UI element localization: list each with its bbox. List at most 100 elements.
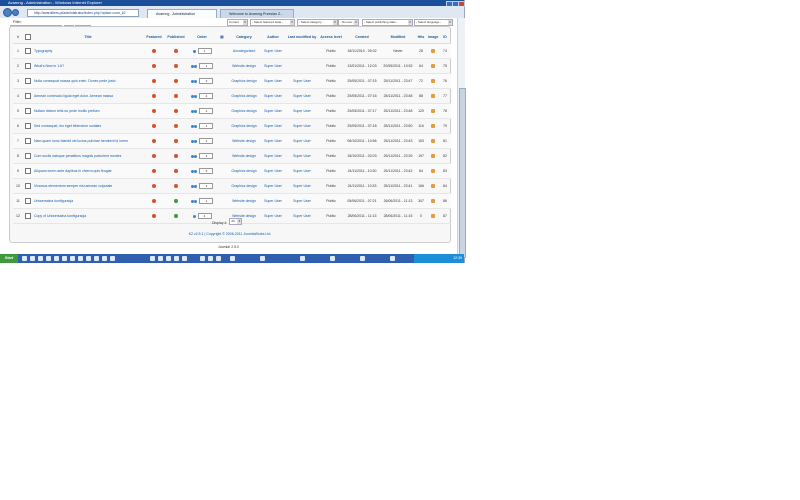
featured-toggle-icon[interactable] xyxy=(152,64,156,69)
url-input[interactable]: http://avarolliers.pl/administrator/inde… xyxy=(27,9,139,17)
category-filter-select[interactable]: - Select category - xyxy=(297,19,338,26)
featured-toggle-icon[interactable] xyxy=(152,169,156,174)
author-link[interactable]: Super User xyxy=(264,214,282,218)
featured-toggle-icon[interactable] xyxy=(152,184,156,189)
author-link[interactable]: Super User xyxy=(264,184,282,188)
row-checkbox[interactable] xyxy=(23,163,33,179)
taskbar-app-icon[interactable] xyxy=(70,256,75,261)
order-up-icon[interactable] xyxy=(190,124,194,128)
modified-by-link[interactable]: Super User xyxy=(293,139,311,143)
col-author[interactable]: Author xyxy=(261,30,285,44)
col-hits[interactable]: Hits xyxy=(415,30,427,44)
vertical-scrollbar[interactable] xyxy=(457,18,466,258)
order-up-icon[interactable] xyxy=(190,199,194,203)
order-up-icon[interactable] xyxy=(192,214,196,218)
modified-by-link[interactable]: Super User xyxy=(293,199,311,203)
author-link[interactable]: Super User xyxy=(264,199,282,203)
row-checkbox[interactable] xyxy=(23,88,33,104)
order-down-icon[interactable] xyxy=(194,109,198,113)
row-checkbox[interactable] xyxy=(23,43,33,59)
modified-by-link[interactable]: Super User xyxy=(293,184,311,188)
featured-toggle-icon[interactable] xyxy=(152,79,156,84)
user-filter-select[interactable]: - No user - xyxy=(338,19,359,26)
published-toggle-icon[interactable] xyxy=(174,214,178,219)
author-link[interactable]: Super User xyxy=(264,94,282,98)
order-up-icon[interactable] xyxy=(190,79,194,83)
category-link[interactable]: Website design xyxy=(232,154,256,158)
item-title-link[interactable]: Copy of Uniwersalna konfiguracja xyxy=(34,214,86,218)
taskbar-app-icon[interactable] xyxy=(78,256,83,261)
image-icon[interactable] xyxy=(431,214,435,219)
order-up-icon[interactable] xyxy=(190,184,194,188)
taskbar-app-icon[interactable] xyxy=(300,256,305,261)
row-checkbox[interactable] xyxy=(23,118,33,134)
published-toggle-icon[interactable] xyxy=(174,184,178,189)
col-featured[interactable]: Featured xyxy=(143,30,165,44)
category-link[interactable]: Graphics design xyxy=(231,184,256,188)
featured-toggle-icon[interactable] xyxy=(152,124,156,129)
published-toggle-icon[interactable] xyxy=(174,49,178,54)
col-title[interactable]: Title xyxy=(33,30,143,44)
category-link[interactable]: Uncategorised xyxy=(233,49,256,53)
order-input[interactable]: 5 xyxy=(199,168,214,174)
taskbar-app-icon[interactable] xyxy=(62,256,67,261)
taskbar-app-icon[interactable] xyxy=(166,256,171,261)
order-down-icon[interactable] xyxy=(194,124,198,128)
order-up-icon[interactable] xyxy=(190,64,194,68)
order-down-icon[interactable] xyxy=(194,139,198,143)
taskbar-app-icon[interactable] xyxy=(182,256,187,261)
order-up-icon[interactable] xyxy=(190,169,194,173)
category-link[interactable]: Website design xyxy=(232,64,256,68)
taskbar-app-icon[interactable] xyxy=(38,256,43,261)
order-down-icon[interactable] xyxy=(194,154,198,158)
author-link[interactable]: Super User xyxy=(264,139,282,143)
order-input[interactable]: 3 xyxy=(199,183,214,189)
row-checkbox[interactable] xyxy=(23,178,33,194)
order-down-icon[interactable] xyxy=(194,94,198,98)
col-order[interactable]: Order xyxy=(187,30,217,44)
order-up-icon[interactable] xyxy=(190,139,194,143)
published-toggle-icon[interactable] xyxy=(174,109,178,114)
published-toggle-icon[interactable] xyxy=(174,139,178,144)
item-title-link[interactable]: What's New in 1.6? xyxy=(34,64,64,68)
image-icon[interactable] xyxy=(431,139,435,144)
featured-filter-select[interactable]: - Select featured state - xyxy=(250,19,295,26)
taskbar-app-icon[interactable] xyxy=(174,256,179,261)
item-title-link[interactable]: Sed consequat, leo eget bibendum sodales xyxy=(34,124,101,128)
item-title-link[interactable]: Aliquam lorem ante dapibus in viverra qu… xyxy=(34,169,111,173)
category-link[interactable]: Graphics design xyxy=(231,94,256,98)
published-toggle-icon[interactable] xyxy=(174,199,178,204)
order-down-icon[interactable] xyxy=(192,49,196,53)
order-down-icon[interactable] xyxy=(194,64,198,68)
state-filter-select[interactable]: - Select publishing state - xyxy=(362,19,413,26)
scrollbar-thumb[interactable] xyxy=(459,88,466,258)
taskbar-app-icon[interactable] xyxy=(260,256,265,261)
col-category[interactable]: Category xyxy=(227,30,261,44)
order-down-icon[interactable] xyxy=(194,184,198,188)
col-id[interactable]: ID xyxy=(439,30,451,44)
category-link[interactable]: Graphics design xyxy=(231,109,256,113)
taskbar-app-icon[interactable] xyxy=(216,256,221,261)
taskbar-app-icon[interactable] xyxy=(390,256,395,261)
order-input[interactable]: 4 xyxy=(199,93,214,99)
taskbar-app-icon[interactable] xyxy=(22,256,27,261)
image-icon[interactable] xyxy=(431,184,435,189)
order-input[interactable]: 1 xyxy=(199,63,214,69)
order-up-icon[interactable] xyxy=(190,109,194,113)
author-link[interactable]: Super User xyxy=(264,124,282,128)
image-icon[interactable] xyxy=(431,154,435,159)
taskbar-app-icon[interactable] xyxy=(150,256,155,261)
category-link[interactable]: Website design xyxy=(232,139,256,143)
image-icon[interactable] xyxy=(431,49,435,54)
published-toggle-icon[interactable] xyxy=(174,169,178,174)
item-title-link[interactable]: Typography xyxy=(34,49,52,53)
item-title-link[interactable]: Vivamus elementum semper nisi aenean vul… xyxy=(34,184,112,188)
taskbar-app-icon[interactable] xyxy=(54,256,59,261)
author-link[interactable]: Super User xyxy=(264,169,282,173)
order-down-icon[interactable] xyxy=(194,79,198,83)
item-title-link[interactable]: Nullam dictum felis eu pede mollis preti… xyxy=(34,109,100,113)
item-title-link[interactable]: Nulla consequat massa quis enim. Donec p… xyxy=(34,79,116,83)
order-up-icon[interactable] xyxy=(190,94,194,98)
taskbar-app-icon[interactable] xyxy=(360,256,365,261)
category-link[interactable]: Graphics design xyxy=(231,79,256,83)
